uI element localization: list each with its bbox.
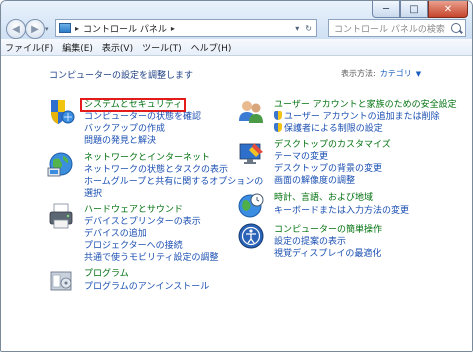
clock-globe-icon	[238, 193, 264, 218]
link-uninstall-program[interactable]: プログラムのアンインストール	[84, 279, 209, 292]
programs-icon	[50, 271, 72, 291]
link-homegroup-options-cont[interactable]: 選択	[84, 186, 102, 199]
close-button[interactable]: ✕	[428, 1, 468, 18]
search-input[interactable]: コントロール パネルの検索	[328, 19, 466, 37]
link-optimize-display[interactable]: 視覚ディスプレイの最適化	[274, 246, 381, 259]
view-by-label: 表示方法:	[341, 69, 376, 78]
menu-view[interactable]: 表示(V)	[102, 41, 133, 54]
link-mobility-settings[interactable]: 共通で使うモビリティ設定の調整	[84, 250, 218, 263]
search-icon[interactable]	[451, 23, 461, 33]
menu-help[interactable]: ヘルプ(H)	[191, 41, 232, 54]
shield-flag-icon	[51, 100, 75, 124]
address-dropdown-icon[interactable]: ▾	[295, 24, 299, 33]
chevron-down-icon[interactable]: ▼	[416, 70, 421, 78]
view-by-dropdown[interactable]: カテゴリ	[380, 68, 412, 79]
uac-shield-icon	[274, 111, 282, 120]
category-programs[interactable]: プログラム	[84, 266, 129, 279]
menu-edit[interactable]: 編集(E)	[62, 41, 93, 54]
back-arrow-icon: ◀	[12, 23, 20, 35]
link-parental-controls-label: 保護者による制限の設定	[284, 124, 383, 134]
uac-shield-icon	[274, 123, 282, 132]
printer-icon	[49, 203, 73, 229]
link-troubleshoot[interactable]: 問題の発見と解決	[84, 133, 156, 146]
title-bar: ─ □ ✕ ◀ ▶ ▾ ▸ コントロール パネル ▸ ▾ ↻ コントロール パネ…	[1, 1, 472, 40]
control-panel-window: ─ □ ✕ ◀ ▶ ▾ ▸ コントロール パネル ▸ ▾ ↻ コントロール パネ…	[0, 0, 473, 352]
maximize-button[interactable]: □	[400, 1, 428, 18]
minimize-button[interactable]: ─	[372, 1, 400, 18]
page-title: コンピューターの設定を調整します	[49, 71, 194, 81]
control-panel-icon	[59, 23, 71, 33]
address-bar[interactable]: ▸ コントロール パネル ▸ ▾ ↻	[55, 19, 317, 37]
users-icon	[239, 101, 263, 123]
link-parental-controls[interactable]: 保護者による制限の設定	[274, 121, 383, 134]
network-globe-icon	[47, 152, 73, 177]
view-by-control: 表示方法: カテゴリ ▼	[341, 68, 421, 79]
desktop-paint-icon	[239, 143, 263, 164]
recent-pages-dropdown[interactable]: ▾	[45, 25, 49, 33]
menu-file[interactable]: ファイル(F)	[5, 41, 53, 54]
breadcrumb-control-panel[interactable]: コントロール パネル	[83, 22, 167, 35]
search-placeholder: コントロール パネルの検索	[334, 24, 445, 35]
address-actions: ▾ ↻	[295, 24, 316, 33]
ease-of-access-icon	[238, 223, 264, 249]
back-button[interactable]: ◀	[6, 19, 26, 39]
window-controls: ─ □ ✕	[372, 1, 468, 18]
forward-arrow-icon: ▶	[31, 23, 39, 35]
breadcrumb-separator[interactable]: ▸	[171, 24, 175, 33]
breadcrumb-separator[interactable]: ▸	[75, 24, 79, 33]
menu-tools[interactable]: ツール(T)	[142, 41, 182, 54]
main-content: コンピューターの設定を調整します 表示方法: カテゴリ ▼ システムとセキュリテ…	[1, 57, 472, 351]
link-adjust-resolution[interactable]: 画面の解像度の調整	[274, 173, 355, 186]
category-clock-language-region[interactable]: 時計、言語、および地域	[274, 190, 373, 203]
link-homegroup-options[interactable]: ホームグループと共有に関するオプションの	[84, 174, 263, 187]
refresh-icon[interactable]: ↻	[305, 24, 312, 33]
menu-bar: ファイル(F) 編集(E) 表示(V) ツール(T) ヘルプ(H)	[1, 39, 472, 56]
link-change-keyboard[interactable]: キーボードまたは入力方法の変更	[274, 203, 409, 216]
forward-button[interactable]: ▶	[25, 19, 45, 39]
